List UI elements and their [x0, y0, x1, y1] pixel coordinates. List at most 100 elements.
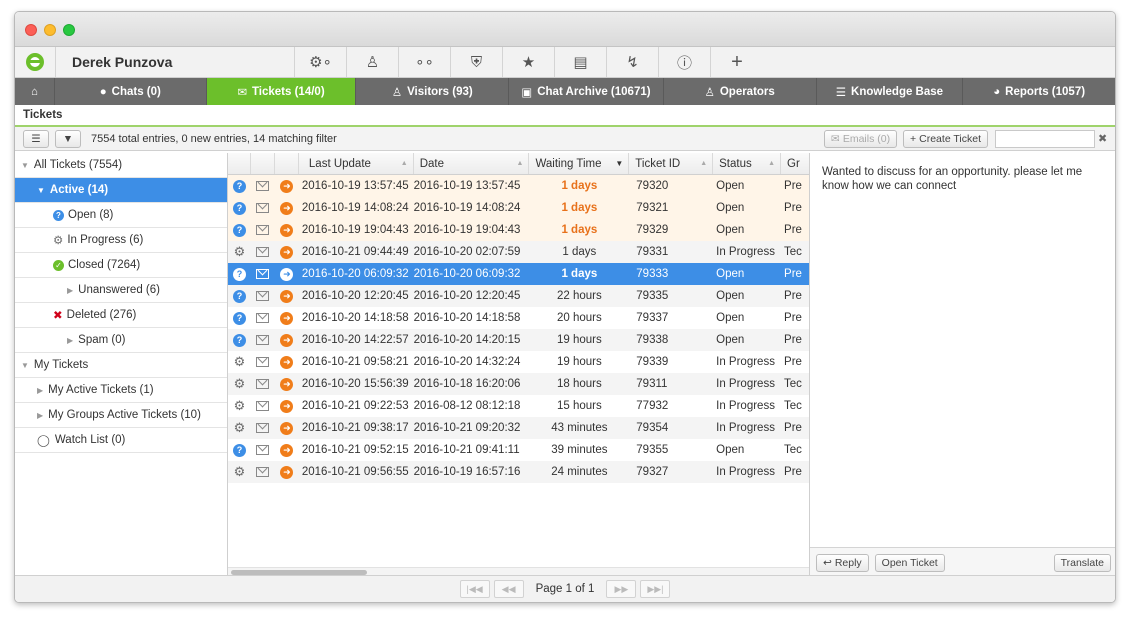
- operator-name[interactable]: Derek Punzova: [56, 47, 295, 77]
- info-icon[interactable]: ⓘ: [659, 47, 711, 77]
- tree-all-tickets[interactable]: ▼ All Tickets (7554): [15, 153, 227, 178]
- tab-chats[interactable]: ● Chats (0): [55, 78, 207, 105]
- tab-chats-label: Chats (0): [111, 85, 161, 98]
- tree-open[interactable]: ? Open (8): [15, 203, 227, 228]
- col-group[interactable]: Gr: [781, 153, 809, 174]
- table-row[interactable]: ⚙ ➜ 2016-10-21 09:38:17 2016-10-21 09:20:32…: [228, 417, 809, 439]
- group-cell: Pre: [784, 180, 802, 192]
- tab-visitors[interactable]: ♙ Visitors (93): [356, 78, 510, 105]
- tree-watch-list[interactable]: ◯ Watch List (0): [15, 428, 227, 453]
- envelope-icon: [256, 247, 270, 257]
- next-page-button[interactable]: ▶▶: [606, 580, 637, 598]
- table-row[interactable]: ⚙ ➜ 2016-10-21 09:56:55 2016-10-19 16:57:16…: [228, 461, 809, 483]
- tab-tickets[interactable]: ✉ Tickets (14/0): [206, 78, 357, 105]
- ticket-id-cell: 79354: [636, 422, 669, 434]
- first-page-button[interactable]: |◀◀: [459, 580, 490, 598]
- table-row[interactable]: ? ➜ 2016-10-20 14:18:58 2016-10-20 14:18:58…: [228, 307, 809, 329]
- col-last-update[interactable]: Last Update ▲: [299, 153, 414, 174]
- tab-reports[interactable]: ◕ Reports (1057): [963, 78, 1115, 105]
- table-row[interactable]: ? ➜ 2016-10-21 09:52:15 2016-10-21 09:41:11…: [228, 439, 809, 461]
- tree-in-progress[interactable]: ⚙ In Progress (6): [15, 228, 227, 253]
- table-header: Last Update ▲ Date ▲ Waiting Time ▼ Ticket …: [228, 153, 809, 175]
- tab-operators[interactable]: ♙ Operators: [664, 78, 817, 105]
- last-page-button[interactable]: ▶▶|: [640, 580, 671, 598]
- date-cell: 2016-10-20 06:09:32: [413, 268, 521, 280]
- tree-my-active-tickets[interactable]: ▶ My Active Tickets (1): [15, 378, 227, 403]
- tree-active[interactable]: ▼ Active (14): [15, 178, 227, 203]
- date-cell: 2016-10-20 14:18:58: [413, 312, 521, 324]
- expand-icon: ▼: [21, 360, 29, 370]
- col-ticket-id[interactable]: Ticket ID ▲: [629, 153, 714, 174]
- plus-icon[interactable]: +: [711, 47, 763, 77]
- waiting-time-cell: 20 hours: [556, 312, 602, 324]
- shield-icon[interactable]: ⛨: [451, 47, 503, 77]
- table-row[interactable]: ? ➜ 2016-10-19 14:08:24 2016-10-19 14:08:24…: [228, 197, 809, 219]
- col-channel[interactable]: [251, 153, 275, 174]
- clear-search-icon[interactable]: ✖: [1098, 132, 1107, 145]
- table-row[interactable]: ? ➜ 2016-10-20 12:20:45 2016-10-20 12:20:45…: [228, 285, 809, 307]
- tree-label: Active (14): [49, 184, 109, 196]
- tree-my-tickets[interactable]: ▼ My Tickets: [15, 353, 227, 378]
- date-cell: 2016-10-20 14:20:15: [413, 334, 521, 346]
- reply-icon: ↩: [823, 556, 832, 569]
- list-view-button[interactable]: ☰: [23, 129, 49, 148]
- sort-icon: ▲: [768, 160, 776, 167]
- table-row[interactable]: ⚙ ➜ 2016-10-21 09:58:21 2016-10-20 14:32:24…: [228, 351, 809, 373]
- gear-icon: ⚙: [233, 376, 246, 391]
- filter-button[interactable]: ▼: [55, 129, 81, 148]
- arrow-right-icon: ➜: [280, 355, 294, 369]
- tree-label: Closed (7264): [68, 259, 141, 271]
- table-row[interactable]: ⚙ ➜ 2016-10-20 15:56:39 2016-10-18 16:20:06…: [228, 373, 809, 395]
- open-ticket-button[interactable]: Open Ticket: [874, 553, 945, 572]
- col-priority[interactable]: [275, 153, 299, 174]
- prev-page-button[interactable]: ◀◀: [493, 580, 524, 598]
- table-row[interactable]: ⚙ ➜ 2016-10-21 09:44:49 2016-10-20 02:07:59…: [228, 241, 809, 263]
- star-icon[interactable]: ★: [503, 47, 555, 77]
- table-row[interactable]: ? ➜ 2016-10-19 13:57:45 2016-10-19 13:57:45…: [228, 175, 809, 197]
- question-icon: ?: [53, 209, 64, 221]
- gears-icon[interactable]: ⚙∘: [295, 47, 347, 77]
- question-icon: ?: [232, 289, 246, 303]
- emails-button[interactable]: ✉ Emails (0): [824, 130, 898, 148]
- priority-cell: ➜: [275, 241, 299, 263]
- table-row[interactable]: ? ➜ 2016-10-20 06:09:32 2016-10-20 06:09:32…: [228, 263, 809, 285]
- tree-spam[interactable]: ▶ Spam (0): [15, 328, 227, 353]
- col-status[interactable]: Status ▲: [713, 153, 782, 174]
- col-date[interactable]: Date ▲: [414, 153, 530, 174]
- bolt-icon[interactable]: ↯: [607, 47, 659, 77]
- home-icon[interactable]: ⌂: [15, 78, 55, 105]
- tree-unanswered[interactable]: ▶ Unanswered (6): [15, 278, 227, 303]
- col-type[interactable]: [228, 153, 251, 174]
- tab-chat-archive[interactable]: ▣ Chat Archive (10671): [509, 78, 664, 105]
- tree-deleted[interactable]: ✖ Deleted (276): [15, 303, 227, 328]
- close-window-button[interactable]: [25, 24, 37, 36]
- table-row[interactable]: ? ➜ 2016-10-19 19:04:43 2016-10-19 19:04:43…: [228, 219, 809, 241]
- date-cell: 2016-10-20 02:07:59: [413, 246, 521, 258]
- col-waiting-time[interactable]: Waiting Time ▼: [529, 153, 630, 174]
- tree-closed[interactable]: ✓ Closed (7264): [15, 253, 227, 278]
- create-ticket-button[interactable]: + Create Ticket: [903, 130, 988, 148]
- tab-reports-label: Reports (1057): [1005, 85, 1086, 98]
- links-icon[interactable]: ∘∘: [399, 47, 451, 77]
- translate-icon[interactable]: ▤: [555, 47, 607, 77]
- app-logo[interactable]: [15, 47, 56, 77]
- date-cell: 2016-10-19 19:04:43: [413, 224, 521, 236]
- last-update-cell: 2016-10-20 14:18:58: [301, 312, 409, 324]
- ticket-id-cell: 79327: [636, 466, 669, 478]
- minimize-window-button[interactable]: [44, 24, 56, 36]
- tab-knowledge-base[interactable]: ☰ Knowledge Base: [817, 78, 964, 105]
- waiting-time-cell: 24 minutes: [551, 466, 608, 478]
- table-body: ? ➜ 2016-10-19 13:57:45 2016-10-19 13:57:45…: [228, 175, 809, 483]
- reply-button[interactable]: ↩ Reply: [816, 553, 869, 572]
- tree-my-groups-active[interactable]: ▶ My Groups Active Tickets (10): [15, 403, 227, 428]
- last-update-cell: 2016-10-21 09:44:49: [301, 246, 409, 258]
- search-input[interactable]: [995, 130, 1095, 148]
- table-row[interactable]: ? ➜ 2016-10-20 14:22:57 2016-10-20 14:20:15…: [228, 329, 809, 351]
- zoom-window-button[interactable]: [63, 24, 75, 36]
- translate-button[interactable]: Translate: [1053, 553, 1111, 572]
- question-icon: ?: [232, 179, 246, 193]
- group-cell: Pre: [784, 356, 802, 368]
- table-row[interactable]: ⚙ ➜ 2016-10-21 09:22:53 2016-08-12 08:12:18…: [228, 395, 809, 417]
- status-cell: In Progress: [716, 378, 775, 390]
- user-icon[interactable]: ♙: [347, 47, 399, 77]
